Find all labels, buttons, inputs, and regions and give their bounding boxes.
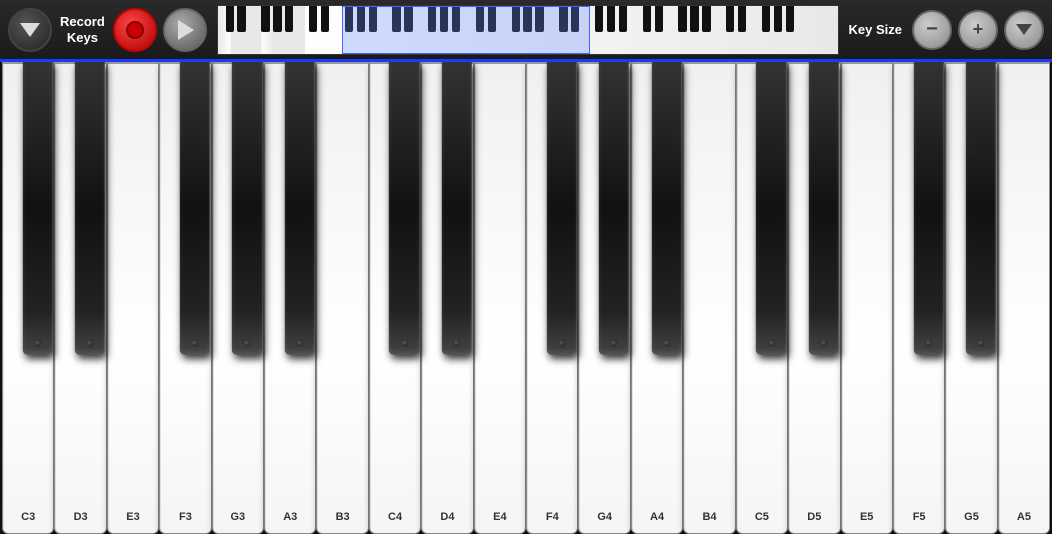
white-key-B3[interactable]: B3 [316, 62, 368, 534]
black-key-G#4[interactable] [599, 62, 629, 355]
note-label-G3: G3 [230, 511, 245, 523]
black-key-F#4[interactable] [546, 62, 576, 355]
scroll-right-button[interactable] [1004, 10, 1044, 50]
white-key-container-F4: F4 [526, 62, 578, 534]
white-key-container-D3: D3 [54, 62, 106, 534]
white-key-container-G3: G3 [212, 62, 264, 534]
white-key-container-A5: A5 [998, 62, 1050, 534]
record-icon [126, 21, 144, 39]
note-label-A5: A5 [1017, 511, 1031, 523]
increase-key-size-button[interactable]: + [958, 10, 998, 50]
white-key-container-E4: E4 [474, 62, 526, 534]
black-key-F#5[interactable] [913, 62, 943, 355]
note-label-B3: B3 [336, 511, 350, 523]
note-label-C3: C3 [21, 511, 35, 523]
black-key-A#3[interactable] [284, 62, 314, 355]
white-key-container-F5: F5 [893, 62, 945, 534]
white-key-container-E5: E5 [841, 62, 893, 534]
black-key-G#3[interactable] [232, 62, 262, 355]
white-key-E4[interactable]: E4 [474, 62, 526, 534]
white-key-container-F3: F3 [159, 62, 211, 534]
scroll-left-button[interactable] [8, 8, 52, 52]
note-label-C4: C4 [388, 511, 402, 523]
black-key-G#5[interactable] [966, 62, 996, 355]
black-key-D#4[interactable] [442, 62, 472, 355]
play-button[interactable] [163, 8, 207, 52]
white-key-container-G5: G5 [945, 62, 997, 534]
white-key-container-C5: C5 [736, 62, 788, 534]
decrease-key-size-button[interactable]: − [912, 10, 952, 50]
right-controls: Key Size − + [849, 10, 1044, 50]
note-label-G5: G5 [964, 511, 979, 523]
white-key-container-A4: A4 [631, 62, 683, 534]
note-label-E5: E5 [860, 511, 873, 523]
note-label-F5: F5 [913, 511, 926, 523]
black-key-D#5[interactable] [809, 62, 839, 355]
white-key-E5[interactable]: E5 [841, 62, 893, 534]
header: Record Keys Key Size − + [0, 0, 1052, 62]
white-key-A5[interactable]: A5 [998, 62, 1050, 534]
note-label-D4: D4 [440, 511, 454, 523]
record-button[interactable] [113, 8, 157, 52]
black-key-D#3[interactable] [75, 62, 105, 355]
note-label-E4: E4 [493, 511, 506, 523]
piano-keyboard: C3 D3 E3 F3 G3 A3 B3 C4 [0, 62, 1052, 534]
note-label-A4: A4 [650, 511, 664, 523]
white-key-container-C3: C3 [2, 62, 54, 534]
note-label-G4: G4 [597, 511, 612, 523]
note-label-C5: C5 [755, 511, 769, 523]
white-key-container-A3: A3 [264, 62, 316, 534]
mini-piano-visualizer [217, 5, 839, 55]
black-key-C#3[interactable] [22, 62, 52, 355]
white-key-container-D4: D4 [421, 62, 473, 534]
white-key-container-B4: B4 [683, 62, 735, 534]
black-key-A#4[interactable] [651, 62, 681, 355]
white-key-container-B3: B3 [316, 62, 368, 534]
note-label-B4: B4 [702, 511, 716, 523]
white-key-container-D5: D5 [788, 62, 840, 534]
record-keys-label: Record Keys [60, 14, 105, 45]
note-label-E3: E3 [126, 511, 139, 523]
black-key-C#5[interactable] [756, 62, 786, 355]
note-label-D5: D5 [807, 511, 821, 523]
note-label-D3: D3 [74, 511, 88, 523]
note-label-A3: A3 [283, 511, 297, 523]
white-key-B4[interactable]: B4 [683, 62, 735, 534]
key-size-label: Key Size [849, 22, 902, 37]
piano-keys-container: C3 D3 E3 F3 G3 A3 B3 C4 [2, 62, 1050, 534]
white-key-container-E3: E3 [107, 62, 159, 534]
black-key-C#4[interactable] [389, 62, 419, 355]
note-label-F3: F3 [179, 511, 192, 523]
white-key-container-C4: C4 [369, 62, 421, 534]
white-key-E3[interactable]: E3 [107, 62, 159, 534]
note-label-F4: F4 [546, 511, 559, 523]
white-key-container-G4: G4 [578, 62, 630, 534]
black-key-F#3[interactable] [180, 62, 210, 355]
